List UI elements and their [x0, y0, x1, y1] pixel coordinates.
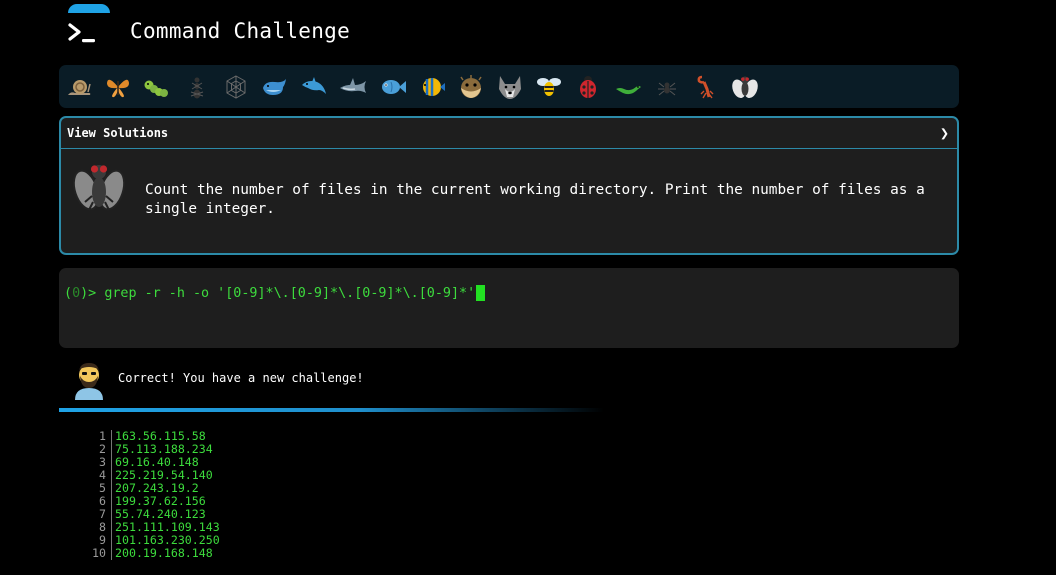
- avatar: [75, 363, 103, 400]
- tropical-fish-icon[interactable]: [418, 73, 446, 101]
- dolphin-icon[interactable]: [300, 73, 328, 101]
- page: Command Challenge View Solutions ❯ Count…: [0, 0, 1056, 575]
- prompt-close: )>: [80, 285, 105, 301]
- command-output: 1 163.56.115.58 2 75.113.188.234 3 69.16.40.1…: [86, 430, 220, 560]
- spider-icon[interactable]: [653, 73, 681, 101]
- challenge-creature-bar: [59, 65, 959, 108]
- progress-bar: [59, 408, 604, 412]
- chevron-right-icon: ❯: [939, 124, 949, 142]
- whale-icon[interactable]: [261, 73, 289, 101]
- text-cursor: [476, 285, 486, 301]
- page-title: Command Challenge: [130, 19, 351, 43]
- command-text[interactable]: grep -r -h -o '[0-9]*\.[0-9]*\.[0-9]*\.[…: [104, 286, 475, 301]
- header-accent: [68, 4, 110, 13]
- lizard-icon[interactable]: [614, 73, 642, 101]
- prompt-open: (: [64, 285, 73, 301]
- terminal-prompt-icon[interactable]: [68, 22, 98, 44]
- line-number: 10: [86, 547, 112, 560]
- view-solutions-label: View Solutions: [67, 126, 169, 140]
- shark-icon[interactable]: [339, 73, 367, 101]
- blowfish-icon[interactable]: [457, 73, 485, 101]
- snail-icon[interactable]: [65, 73, 93, 101]
- fly-icon[interactable]: [731, 73, 759, 101]
- challenge-panel: View Solutions ❯ Count the number of fil…: [59, 116, 959, 255]
- output-text: 200.19.168.148: [115, 546, 213, 560]
- spider-web-icon[interactable]: [222, 73, 250, 101]
- fish-icon[interactable]: [379, 73, 407, 101]
- scorpion-icon[interactable]: [692, 73, 720, 101]
- challenge-description: Count the number of files in the current…: [145, 182, 925, 217]
- header: Command Challenge: [0, 0, 1056, 62]
- command-line[interactable]: (0)> grep -r -h -o '[0-9]*\.[0-9]*\.[0-9…: [64, 285, 486, 301]
- bee-icon[interactable]: [535, 73, 563, 101]
- ant-icon[interactable]: [183, 73, 211, 101]
- terminal-input[interactable]: (0)> grep -r -h -o '[0-9]*\.[0-9]*\.[0-9…: [59, 268, 959, 348]
- butterfly-icon[interactable]: [104, 73, 132, 101]
- wolf-icon[interactable]: [496, 73, 524, 101]
- output-line: 10 200.19.168.148: [86, 547, 220, 560]
- caterpillar-icon[interactable]: [143, 73, 171, 101]
- ladybug-icon[interactable]: [574, 73, 602, 101]
- attempt-count: 0: [72, 285, 81, 301]
- view-solutions-toggle[interactable]: View Solutions ❯: [61, 118, 957, 149]
- fly-icon: [72, 165, 126, 211]
- response-message: Correct! You have a new challenge!: [118, 371, 364, 385]
